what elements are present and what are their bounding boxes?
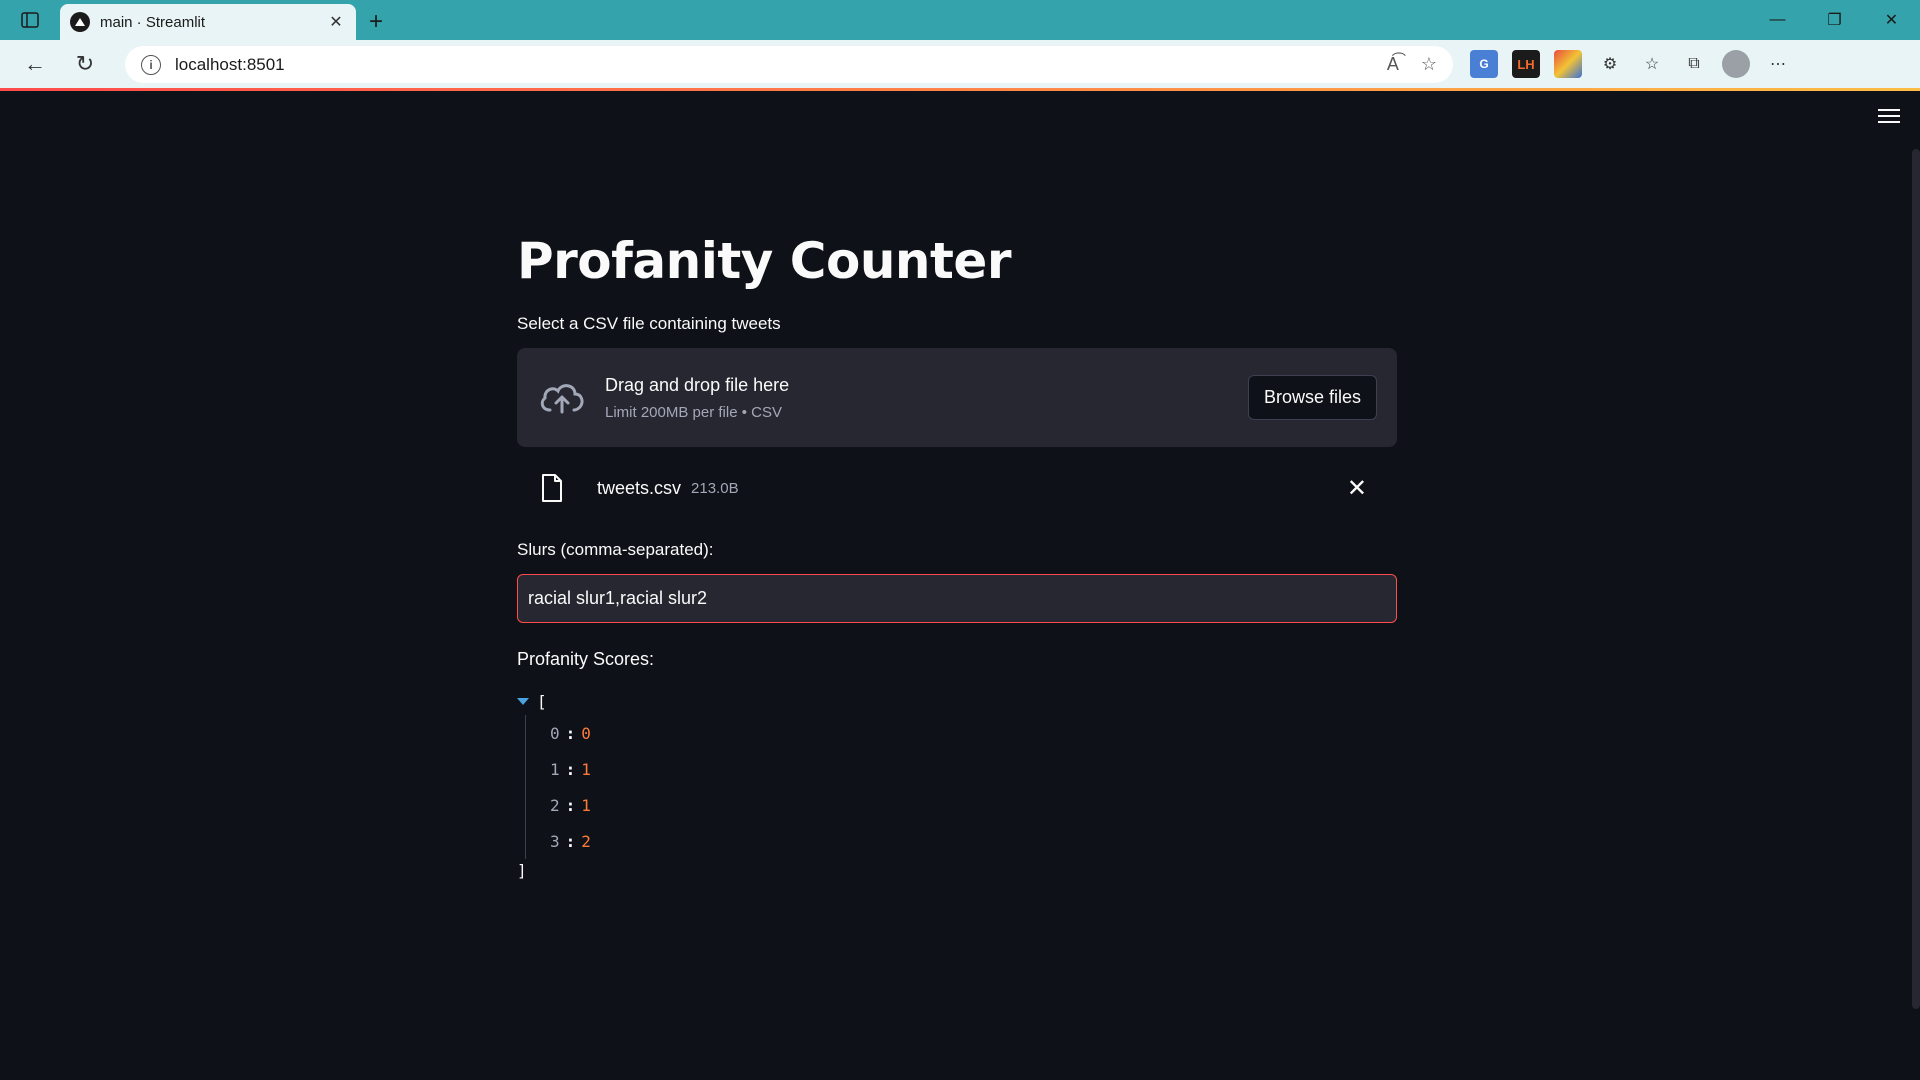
- new-tab-icon[interactable]: +: [356, 4, 396, 40]
- dropzone-limit: Limit 200MB per file • CSV: [605, 403, 782, 421]
- main-content: Profanity Counter Select a CSV file cont…: [517, 91, 1397, 880]
- extensions-icon[interactable]: ⚙: [1596, 50, 1624, 78]
- file-icon: [542, 474, 562, 502]
- collapse-caret-icon[interactable]: [517, 698, 529, 705]
- file-uploader-label: Select a CSV file containing tweets: [517, 314, 781, 333]
- tab-actions-icon[interactable]: [0, 0, 60, 40]
- color-extension-icon[interactable]: [1554, 50, 1582, 78]
- json-value: 0: [581, 723, 591, 743]
- json-row: 3 : 2: [550, 823, 1397, 859]
- json-colon: :: [565, 723, 576, 743]
- page-title: Profanity Counter: [517, 232, 1012, 290]
- refresh-icon[interactable]: ↻: [60, 40, 110, 88]
- add-favorite-icon[interactable]: ☆: [1421, 54, 1437, 75]
- back-icon[interactable]: ←: [10, 40, 60, 88]
- more-options-icon[interactable]: ⋯: [1764, 50, 1792, 78]
- scores-label: Profanity Scores:: [517, 649, 655, 669]
- json-key: 3: [550, 831, 560, 851]
- json-value: 1: [581, 795, 591, 815]
- browser-toolbar: ← ↻ i localhost:8501 A͡ ☆ G LH ⚙ ☆ ⧉ ⋯: [0, 40, 1920, 88]
- extensions-area: G LH ⚙ ☆ ⧉ ⋯: [1470, 40, 1792, 88]
- json-key: 1: [550, 759, 560, 779]
- file-dropzone[interactable]: Drag and drop file here Limit 200MB per …: [517, 348, 1397, 447]
- json-row: 1 : 1: [550, 751, 1397, 787]
- json-row: 2 : 1: [550, 787, 1397, 823]
- read-aloud-icon[interactable]: A͡: [1387, 54, 1399, 75]
- translate-extension-icon[interactable]: G: [1470, 50, 1498, 78]
- dropzone-title: Drag and drop file here: [605, 374, 790, 395]
- profile-avatar[interactable]: [1722, 50, 1750, 78]
- browser-titlebar: main · Streamlit ✕ + — ❐ ✕: [0, 0, 1920, 40]
- site-info-icon[interactable]: i: [141, 54, 161, 75]
- json-key: 0: [550, 723, 560, 743]
- json-viewer: [ 0 : 0 1 : 1 2 : 1 3: 2]: [517, 692, 1397, 880]
- address-bar[interactable]: i localhost:8501 A͡ ☆: [125, 46, 1453, 83]
- minimize-icon[interactable]: —: [1749, 0, 1806, 40]
- slurs-label: Slurs (comma-separated):: [517, 540, 714, 559]
- favorites-icon[interactable]: ☆: [1638, 50, 1666, 78]
- json-value: 1: [581, 759, 591, 779]
- restore-icon[interactable]: ❐: [1806, 0, 1863, 40]
- json-colon: :: [565, 831, 576, 851]
- json-close-bracket: ]: [517, 861, 527, 880]
- json-row: 0 : 0: [550, 715, 1397, 751]
- window-close-icon[interactable]: ✕: [1863, 0, 1920, 40]
- uploaded-file-size: 213.0B: [691, 479, 739, 497]
- json-colon: :: [565, 795, 576, 815]
- collections-icon[interactable]: ⧉: [1680, 50, 1708, 78]
- slurs-input[interactable]: [517, 574, 1397, 623]
- json-open-bracket: [: [537, 692, 547, 711]
- json-colon: :: [565, 759, 576, 779]
- lighthouse-extension-icon[interactable]: LH: [1512, 50, 1540, 78]
- cloud-upload-icon: [540, 383, 584, 413]
- json-value: 2: [581, 831, 591, 851]
- remove-file-icon[interactable]: ✕: [1347, 474, 1367, 503]
- main-menu-icon[interactable]: [1878, 109, 1900, 123]
- browse-files-button[interactable]: Browse files: [1247, 375, 1377, 420]
- window-controls: — ❐ ✕: [1749, 0, 1920, 40]
- json-key: 2: [550, 795, 560, 815]
- tab-close-icon[interactable]: ✕: [326, 12, 346, 32]
- uploaded-file-row: tweets.csv 213.0B ✕: [517, 463, 1397, 513]
- uploaded-file-name: tweets.csv: [597, 477, 682, 498]
- tab-title: main · Streamlit: [100, 13, 206, 31]
- browser-tab[interactable]: main · Streamlit ✕: [60, 4, 356, 40]
- streamlit-favicon-icon: [70, 12, 90, 32]
- json-open-row[interactable]: [: [517, 692, 1397, 711]
- json-body: 0 : 0 1 : 1 2 : 1 3 : 2: [525, 715, 1397, 859]
- url-text[interactable]: localhost:8501: [175, 55, 1387, 75]
- dropzone-text: Drag and drop file here Limit 200MB per …: [605, 375, 1248, 421]
- streamlit-app: Profanity Counter Select a CSV file cont…: [0, 91, 1920, 1080]
- scrollbar[interactable]: [1912, 149, 1920, 1009]
